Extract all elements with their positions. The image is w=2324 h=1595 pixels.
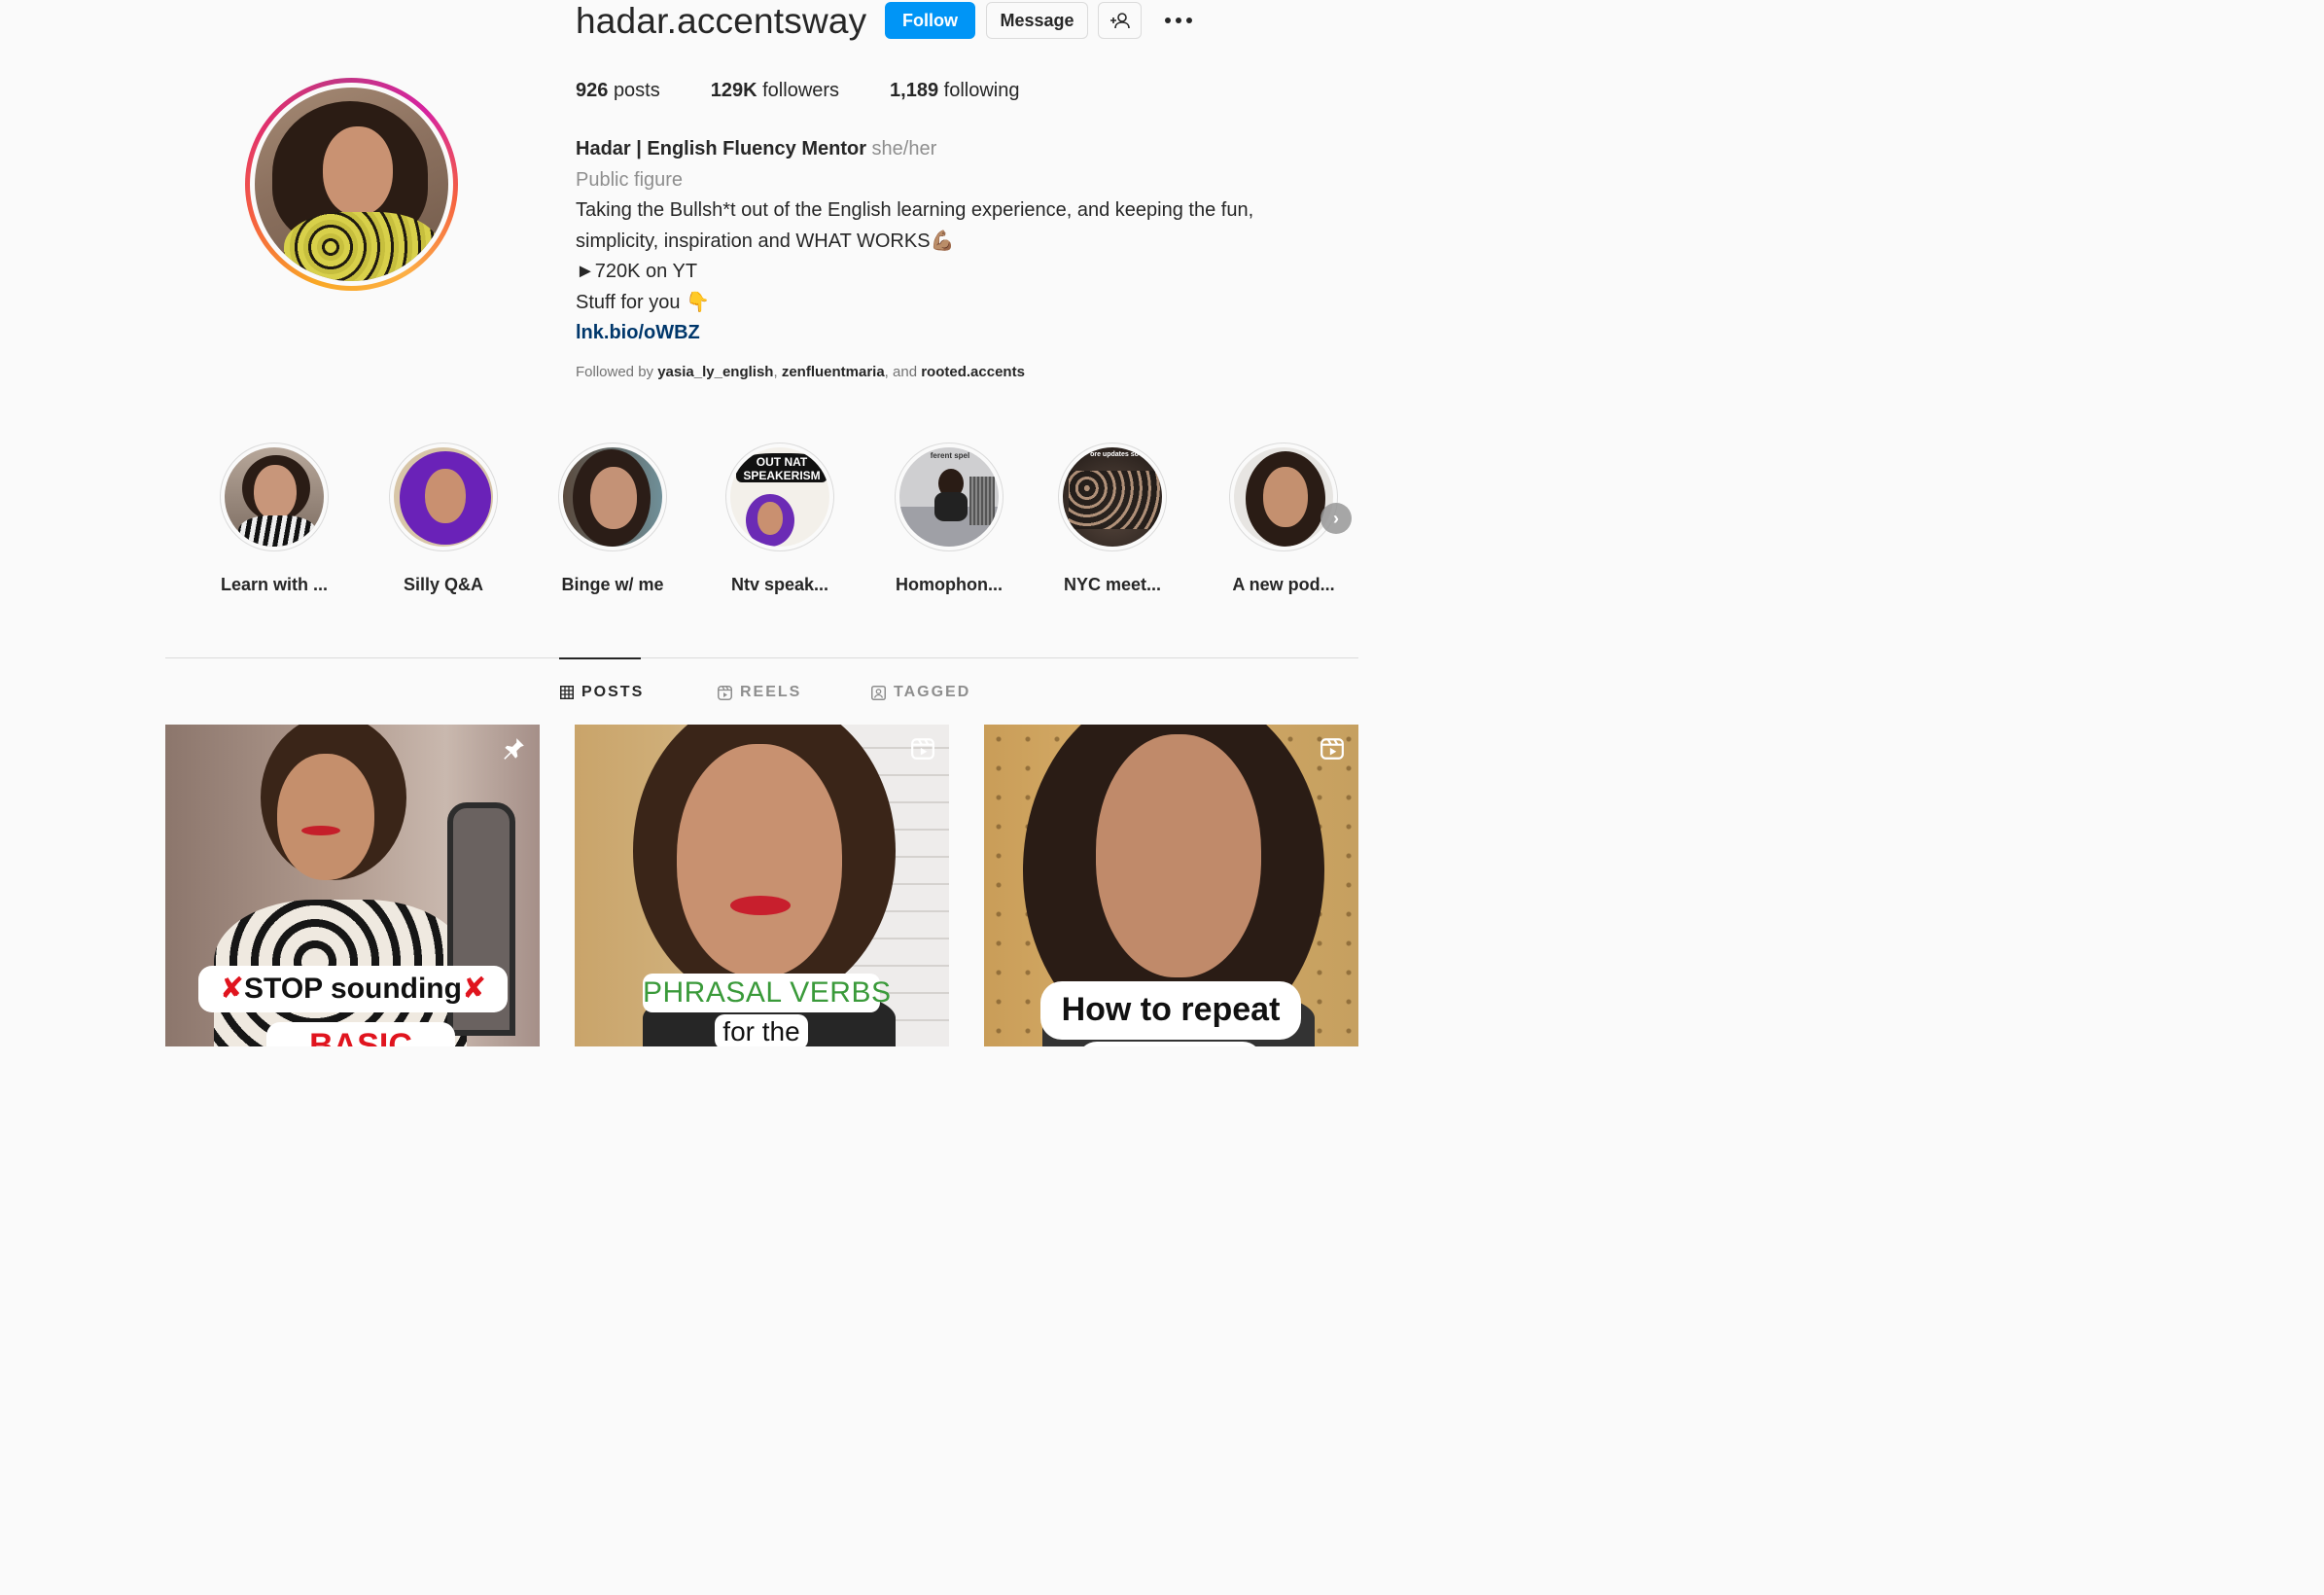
highlight-item[interactable]: ferent spel Homophon... (886, 443, 1012, 595)
tab-label: TAGGED (894, 684, 971, 700)
highlight-overlay-text: ore updates so (1090, 451, 1139, 458)
bio-text-line: simplicity, inspiration and WHAT WORKS💪🏽 (576, 230, 955, 252)
more-dot-icon (1176, 18, 1181, 23)
cross-icon: ✘ (461, 973, 487, 1005)
highlight-item[interactable]: Silly Q&A (380, 443, 507, 595)
suggested-users-button[interactable] (1098, 2, 1142, 39)
highlight-ring (389, 443, 498, 551)
highlight-thumbnail (1234, 447, 1333, 547)
bio-link[interactable]: lnk.bio/oWBZ (576, 318, 1315, 349)
tab-posts[interactable]: POSTS (560, 681, 644, 704)
highlight-item[interactable]: Learn with ... (211, 443, 337, 595)
follow-button[interactable]: Follow (885, 2, 975, 39)
bio-pronouns: she/her (871, 138, 937, 160)
highlight-ring (220, 443, 329, 551)
chevron-right-icon: › (1333, 508, 1339, 528)
highlight-thumbnail (394, 447, 493, 547)
reels-icon (718, 685, 732, 700)
followers-label: followers (762, 80, 840, 101)
story-highlights: Learn with ... Silly Q&A Binge w/ me OUT… (219, 443, 1356, 598)
post-caption-text: STOP sounding (244, 973, 462, 1005)
highlight-label: NYC meet... (1063, 575, 1162, 594)
highlight-label: Homophon... (896, 575, 1003, 594)
highlight-label: Learn with ... (220, 575, 328, 594)
highlight-thumbnail (225, 447, 324, 547)
post-caption-secondary: yourself (1077, 1042, 1262, 1046)
highlight-overlay-text: ferent spel (930, 451, 970, 460)
post-tile[interactable]: How to repeat yourself (984, 725, 1358, 1046)
post-tile[interactable]: PHRASAL VERBS for the (575, 725, 949, 1046)
following-label: following (943, 80, 1020, 101)
avatar-border (250, 83, 453, 286)
post-caption: PHRASAL VERBS (643, 974, 891, 1012)
highlights-next-button[interactable]: › (1320, 503, 1352, 534)
profile-stats: 926 posts 129K followers 1,189 following (576, 80, 1071, 102)
active-tab-indicator (559, 657, 641, 659)
highlight-item[interactable]: ore updates so NYC meet... (1049, 443, 1176, 595)
add-person-icon (1109, 13, 1130, 29)
bio-text-line: Stuff for you 👇 (576, 291, 710, 313)
following-count: 1,189 (890, 80, 939, 101)
highlight-item[interactable]: OUT NAT SPEAKERISM Ntv speak... (717, 443, 843, 595)
avatar-leopard-top (284, 212, 440, 281)
followed-by-and: and (893, 364, 918, 380)
posts-count: 926 (576, 80, 609, 101)
bio-full-name: Hadar | English Fluency Mentor (576, 138, 866, 160)
following-stat[interactable]: 1,189 following (890, 80, 1019, 102)
bio-text-line: ►720K on YT (576, 261, 698, 282)
profile-username: hadar.accentsway (576, 1, 867, 41)
post-caption: How to repeat (1040, 981, 1301, 1040)
highlight-ring: OUT NAT SPEAKERISM (725, 443, 834, 551)
more-dot-icon (1186, 18, 1192, 23)
followers-stat[interactable]: 129K followers (711, 80, 839, 102)
highlight-label: A new pod... (1232, 575, 1335, 594)
highlight-label: Silly Q&A (403, 575, 484, 594)
tab-reels[interactable]: REELS (718, 681, 801, 704)
bio-text-line: Taking the Bullsh*t out of the English l… (576, 199, 1254, 221)
post-caption-secondary: for the (715, 1014, 808, 1046)
tab-label: REELS (740, 684, 802, 700)
followed-by-user[interactable]: yasia_ly_english (657, 364, 773, 380)
highlight-label: Binge w/ me (561, 575, 664, 594)
highlight-thumbnail: ore updates so (1063, 447, 1162, 547)
cross-icon: ✘ (219, 973, 245, 1005)
post-caption-secondary: BASIC (266, 1022, 455, 1046)
reel-icon (1320, 738, 1344, 760)
bio-name-line: Hadar | English Fluency Mentor she/her (576, 134, 1315, 165)
posts-stat: 926 posts (576, 80, 660, 102)
highlight-ring (1229, 443, 1338, 551)
highlight-label: Ntv speak... (730, 575, 829, 594)
highlight-thumbnail (563, 447, 662, 547)
message-button[interactable]: Message (986, 2, 1088, 39)
profile-bio: Hadar | English Fluency Mentor she/her P… (576, 134, 1315, 349)
tagged-icon (871, 685, 886, 700)
pin-icon (504, 738, 524, 760)
tab-tagged[interactable]: TAGGED (871, 681, 970, 704)
profile-avatar[interactable] (245, 78, 458, 291)
more-options-button[interactable] (1157, 6, 1200, 35)
post-caption: ✘STOP sounding✘ (198, 966, 508, 1012)
bio-category: Public figure (576, 168, 684, 191)
followed-by[interactable]: Followed by yasia_ly_english, zenfluentm… (576, 364, 1025, 380)
more-dot-icon (1165, 18, 1171, 23)
avatar-photo (255, 88, 448, 281)
avatar-face (323, 126, 393, 216)
grid-icon (560, 686, 574, 699)
followers-count: 129K (710, 80, 757, 101)
tab-label: POSTS (581, 684, 645, 700)
reel-icon (911, 738, 934, 760)
highlight-overlay-text: OUT NAT SPEAKERISM (736, 453, 827, 482)
followed-by-user[interactable]: zenfluentmaria (782, 364, 885, 380)
posts-label: posts (613, 80, 660, 101)
followed-by-user[interactable]: rooted.accents (921, 364, 1025, 380)
highlight-ring: ferent spel (895, 443, 1004, 551)
highlight-ring: ore updates so (1058, 443, 1167, 551)
tabs-divider (165, 657, 1358, 658)
highlight-thumbnail: ferent spel (899, 447, 999, 547)
post-tile[interactable]: ✘STOP sounding✘ BASIC (165, 725, 540, 1046)
followed-by-prefix: Followed by (576, 364, 654, 380)
highlight-ring (558, 443, 667, 551)
highlight-item[interactable]: Binge w/ me (549, 443, 676, 595)
highlight-thumbnail: OUT NAT SPEAKERISM (730, 447, 829, 547)
